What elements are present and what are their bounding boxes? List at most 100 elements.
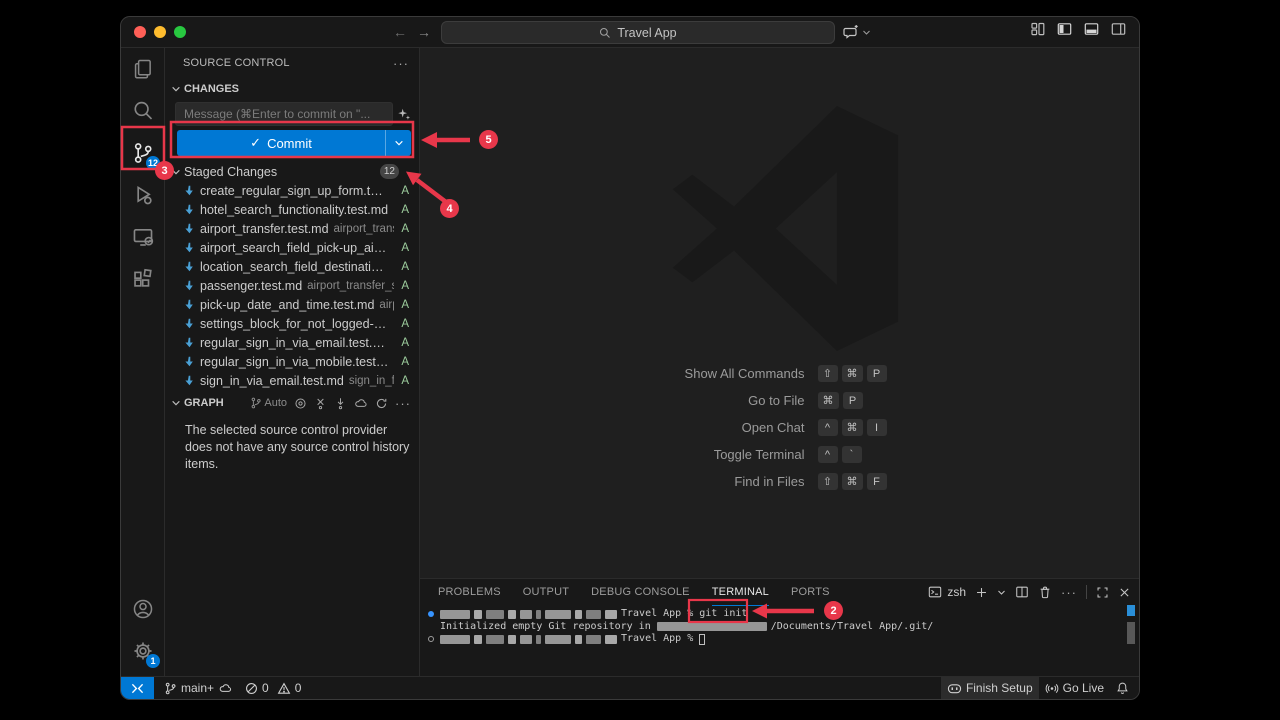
command-center[interactable]: Travel App <box>441 21 835 44</box>
new-terminal-icon[interactable] <box>975 586 988 599</box>
history-nav: ← → <box>393 17 431 47</box>
toggle-primary-sidebar-icon[interactable] <box>1056 21 1073 37</box>
close-panel-icon[interactable] <box>1118 586 1131 599</box>
changes-section-header[interactable]: CHANGES <box>165 78 419 100</box>
staged-file-row[interactable]: passenger.test.mdairport_transfer_s...A <box>165 276 419 295</box>
git-branch-icon <box>164 682 177 695</box>
tab-ports[interactable]: PORTS <box>791 579 830 605</box>
graph-section-header[interactable]: GRAPH Auto ··· <box>165 392 419 414</box>
copilot-icon <box>947 682 962 695</box>
staged-file-row[interactable]: location_search_field_destination_l...A <box>165 257 419 276</box>
notifications-button[interactable] <box>1110 677 1139 699</box>
git-status-added: A <box>399 223 409 235</box>
keycap: ⌘ <box>842 365 863 382</box>
editor-group: Show All Commands ⇧⌘P Go to File ⌘P Open… <box>420 48 1139 676</box>
toggle-panel-icon[interactable] <box>1083 21 1100 37</box>
commit-button-main[interactable]: ✓ Commit <box>177 130 385 156</box>
sidebar-item-search[interactable] <box>121 90 164 132</box>
minimize-window-button[interactable] <box>154 26 166 38</box>
maximize-panel-icon[interactable] <box>1096 586 1109 599</box>
git-output-suffix: /Documents/Travel App/.git/ <box>771 621 934 634</box>
activity-bar: 12 1 <box>121 48 165 676</box>
panel-more-icon[interactable]: ··· <box>1061 585 1077 600</box>
target-icon[interactable] <box>294 397 307 410</box>
scrollbar-marker <box>1127 605 1135 616</box>
file-name: sign_in_via_email.test.md <box>200 374 344 388</box>
problems-status[interactable]: 0 0 <box>239 677 307 699</box>
more-actions-icon[interactable]: ··· <box>393 56 409 71</box>
forward-icon[interactable]: → <box>417 24 431 40</box>
sidebar-item-remote-explorer[interactable] <box>121 216 164 258</box>
staged-file-list: create_regular_sign_up_form.test.mdA hot… <box>165 181 419 390</box>
bell-icon <box>1116 681 1129 695</box>
commit-button[interactable]: ✓ Commit <box>177 130 411 156</box>
staged-file-row[interactable]: airport_search_field_pick-up_airpor...A <box>165 238 419 257</box>
back-icon[interactable]: ← <box>393 24 407 40</box>
toggle-secondary-sidebar-icon[interactable] <box>1110 21 1127 37</box>
watermark-shortcuts: Show All Commands ⇧⌘P Go to File ⌘P Open… <box>420 365 1139 490</box>
keycap: I <box>867 419 887 436</box>
tab-problems[interactable]: PROBLEMS <box>438 579 501 605</box>
source-control-panel: SOURCE CONTROL ··· CHANGES ✓ Commit <box>165 48 420 676</box>
commit-message-input[interactable] <box>175 102 393 126</box>
staged-file-row[interactable]: settings_block_for_not_logged-in_u...A <box>165 314 419 333</box>
commit-dropdown[interactable] <box>385 130 411 156</box>
staged-file-row[interactable]: regular_sign_in_via_email.test.mdsi...A <box>165 333 419 352</box>
tab-output[interactable]: OUTPUT <box>523 579 569 605</box>
terminal-line: Initialized empty Git repository in /Doc… <box>428 621 1139 634</box>
terminal-scrollbar[interactable] <box>1127 622 1135 644</box>
git-status-added: A <box>399 261 409 273</box>
staged-file-row[interactable]: hotel_search_functionality.test.mdA <box>165 200 419 219</box>
changes-label: CHANGES <box>184 83 239 95</box>
keycap: ⌘ <box>818 392 839 409</box>
extensions-icon <box>132 268 154 290</box>
settings-button[interactable]: 1 <box>121 630 164 672</box>
branch-status[interactable]: main+ <box>158 677 239 699</box>
finish-setup-button[interactable]: Finish Setup <box>941 677 1039 699</box>
staged-changes-label: Staged Changes <box>184 165 377 179</box>
staged-file-row[interactable]: sign_in_via_email.test.mdsign_in_fo...A <box>165 371 419 390</box>
staged-count-badge: 12 <box>380 164 399 179</box>
tab-terminal[interactable]: TERMINAL <box>712 579 769 606</box>
terminal-output[interactable]: Travel App % git init Initialized empty … <box>420 608 1139 646</box>
close-window-button[interactable] <box>134 26 146 38</box>
file-path: airp... <box>379 299 394 311</box>
customize-layout-icon[interactable] <box>1030 21 1046 37</box>
refresh-icon[interactable] <box>375 397 388 410</box>
shell-selector[interactable]: zsh <box>928 585 966 599</box>
tab-debug-console[interactable]: DEBUG CONSOLE <box>591 579 690 605</box>
staged-file-row[interactable]: regular_sign_in_via_mobile.test.md...A <box>165 352 419 371</box>
keycap: ⌘ <box>842 419 863 436</box>
sidebar-item-explorer[interactable] <box>121 48 164 90</box>
shortcut-label: Go to File <box>540 393 805 408</box>
status-bar: main+ 0 0 Finish Setup Go Live <box>121 676 1139 699</box>
keycap: ⌘ <box>842 473 863 490</box>
keycap: F <box>867 473 887 490</box>
kill-terminal-icon[interactable] <box>1038 585 1052 599</box>
graph-more-icon[interactable]: ··· <box>395 396 411 411</box>
cloud-icon[interactable] <box>354 397 368 410</box>
chevron-down-icon <box>862 28 871 37</box>
accounts-button[interactable] <box>121 588 164 630</box>
staged-changes-header[interactable]: Staged Changes 12 <box>165 162 419 181</box>
git-status-added: A <box>399 204 409 216</box>
copilot-chat-button[interactable] <box>843 20 871 44</box>
traffic-lights <box>134 26 186 38</box>
shortcut-label: Find in Files <box>540 474 805 489</box>
staged-file-row[interactable]: pick-up_date_and_time.test.mdairp...A <box>165 295 419 314</box>
staged-file-row[interactable]: airport_transfer.test.mdairport_trans...… <box>165 219 419 238</box>
go-live-button[interactable]: Go Live <box>1039 677 1110 699</box>
pull-icon[interactable] <box>334 397 347 410</box>
staged-file-row[interactable]: create_regular_sign_up_form.test.mdA <box>165 181 419 200</box>
remote-indicator[interactable] <box>121 677 154 699</box>
split-terminal-icon[interactable] <box>1015 585 1029 599</box>
file-name: passenger.test.md <box>200 279 302 293</box>
sidebar-item-extensions[interactable] <box>121 258 164 300</box>
sidebar-item-run-debug[interactable] <box>121 174 164 216</box>
fetch-icon[interactable] <box>314 397 327 410</box>
graph-empty-message: The selected source control provider doe… <box>185 422 411 473</box>
sparkle-icon[interactable] <box>397 107 411 121</box>
zoom-window-button[interactable] <box>174 26 186 38</box>
auto-toggle[interactable]: Auto <box>250 397 287 409</box>
chevron-down-icon[interactable] <box>997 588 1006 597</box>
